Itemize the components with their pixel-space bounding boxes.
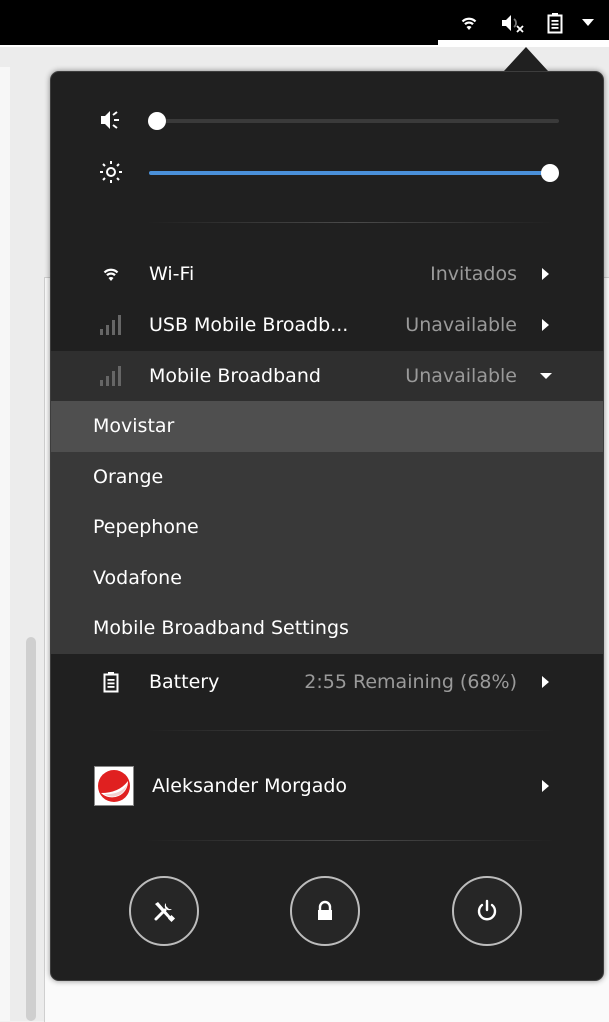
submenu-item-label: Movistar — [93, 415, 175, 437]
submenu-item-label: Mobile Broadband Settings — [93, 617, 349, 639]
settings-button[interactable] — [129, 876, 199, 946]
submenu-item-label: Vodafone — [93, 567, 182, 589]
mobile-broadband-row[interactable]: Mobile Broadband Unavailable — [51, 351, 603, 402]
volume-slider-knob[interactable] — [148, 112, 166, 130]
brightness-slider[interactable] — [149, 162, 561, 184]
mobile-broadband-status: Unavailable — [405, 365, 517, 387]
dropdown-arrow-icon[interactable] — [576, 8, 600, 38]
system-menu: Wi-Fi Invitados USB Mobile Broadb... Una… — [50, 71, 604, 981]
separator — [146, 222, 556, 223]
battery-row[interactable]: Battery 2:55 Remaining (68%) — [51, 657, 603, 708]
submenu-item-vodafone[interactable]: Vodafone — [51, 553, 603, 604]
power-button[interactable] — [452, 876, 522, 946]
window-edge — [0, 67, 10, 1021]
brightness-slider-knob[interactable] — [541, 164, 559, 182]
submenu-item-movistar[interactable]: Movistar — [51, 401, 603, 452]
chevron-right-icon — [542, 676, 549, 688]
avatar — [94, 766, 134, 806]
submenu-item-label: Pepephone — [93, 516, 199, 538]
chevron-down-icon — [540, 373, 552, 379]
volume-muted-icon[interactable] — [496, 8, 528, 38]
wifi-row[interactable]: Wi-Fi Invitados — [51, 249, 603, 300]
volume-slider-track — [149, 119, 559, 123]
user-row[interactable]: Aleksander Morgado — [51, 759, 603, 813]
volume-icon — [99, 108, 123, 132]
mobile-broadband-label: Mobile Broadband — [149, 365, 321, 387]
lock-icon — [318, 900, 332, 920]
battery-label: Battery — [149, 671, 220, 693]
panel-underline — [438, 40, 609, 47]
background-scrollbar — [26, 637, 36, 1021]
wifi-label: Wi-Fi — [149, 263, 195, 285]
wifi-network-name: Invitados — [430, 263, 517, 285]
submenu-item-pepephone[interactable]: Pepephone — [51, 502, 603, 553]
signal-bars-icon — [99, 313, 123, 337]
submenu-item-label: Orange — [93, 466, 164, 488]
menu-pointer — [504, 47, 548, 71]
chevron-right-icon — [542, 780, 549, 792]
lock-button[interactable] — [290, 876, 360, 946]
signal-bars-icon — [99, 364, 123, 388]
mobile-broadband-submenu: Movistar Orange Pepephone Vodafone Mobil… — [51, 401, 603, 654]
battery-status: 2:55 Remaining (68%) — [304, 671, 517, 693]
usb-mobile-broadband-label: USB Mobile Broadb... — [149, 314, 349, 336]
battery-icon — [99, 670, 123, 694]
settings-tools-icon — [154, 902, 176, 923]
usb-mobile-broadband-status: Unavailable — [405, 314, 517, 336]
user-name: Aleksander Morgado — [152, 775, 348, 797]
submenu-item-mobile-broadband-settings[interactable]: Mobile Broadband Settings — [51, 603, 603, 654]
volume-slider[interactable] — [148, 110, 561, 132]
top-panel — [0, 0, 609, 47]
separator — [146, 730, 556, 731]
separator — [146, 840, 556, 841]
chevron-right-icon — [542, 268, 549, 280]
wifi-icon[interactable] — [454, 8, 484, 38]
submenu-item-orange[interactable]: Orange — [51, 452, 603, 503]
usb-mobile-broadband-row[interactable]: USB Mobile Broadb... Unavailable — [51, 300, 603, 351]
power-icon — [477, 899, 497, 921]
chevron-right-icon — [542, 319, 549, 331]
wifi-icon — [99, 262, 123, 286]
brightness-icon — [99, 160, 123, 184]
battery-icon[interactable] — [540, 8, 570, 38]
brightness-slider-fill — [149, 171, 551, 175]
